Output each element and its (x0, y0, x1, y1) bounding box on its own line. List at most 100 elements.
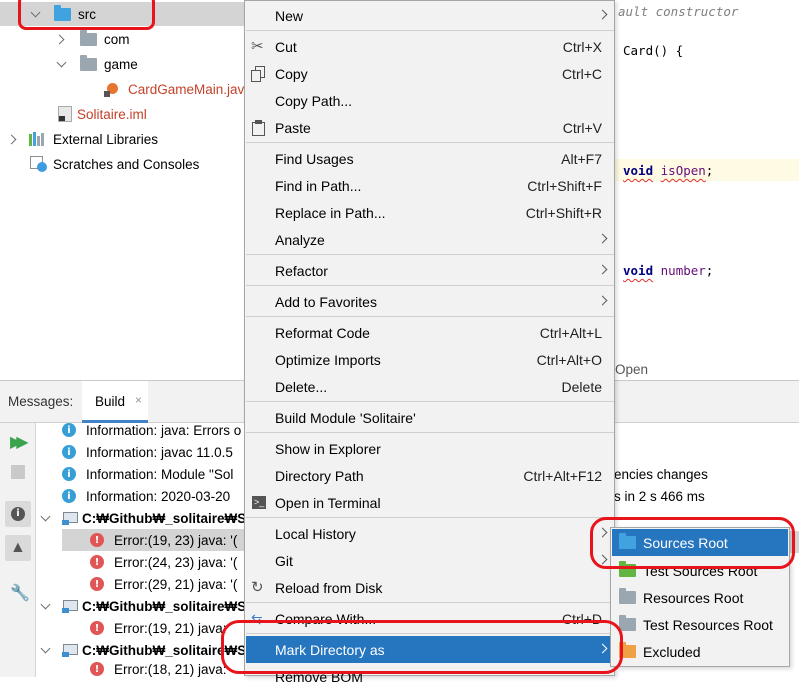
tab-build-label: Build (95, 394, 126, 409)
chevron-down-icon[interactable] (56, 58, 68, 70)
messages-toolbar: ▶▶ i ▲ 🔧 (0, 423, 36, 677)
tree-item-solitaire-iml[interactable]: Solitaire.iml (0, 102, 147, 126)
tree-item-src[interactable]: src (0, 2, 245, 26)
tree-item-label: com (104, 31, 130, 47)
tree-item-label: game (104, 56, 138, 72)
message-row[interactable]: i Information: java: Errors o (62, 419, 241, 441)
menu-separator (246, 633, 614, 634)
menu-item-reformat-code[interactable]: Reformat Code Ctrl+Alt+L (246, 319, 614, 346)
menu-item-copy[interactable]: Copy Ctrl+C (246, 60, 614, 87)
tree-item-scratches[interactable]: Scratches and Consoles (0, 152, 199, 176)
info-icon: i (62, 445, 76, 459)
menu-item-reload-from-disk[interactable]: ↻ Reload from Disk (246, 574, 614, 601)
menu-item-refactor[interactable]: Refactor (246, 257, 614, 284)
chevron-right-icon (597, 295, 608, 306)
resources-root-folder-icon (619, 588, 636, 604)
chevron-down-icon[interactable] (40, 600, 52, 612)
chevron-right-icon[interactable] (56, 33, 68, 45)
terminal-icon: >_ (252, 496, 266, 509)
menu-item-delete[interactable]: Delete... Delete (246, 373, 614, 400)
menu-item-analyze[interactable]: Analyze (246, 226, 614, 253)
tab-build[interactable]: Build × (82, 381, 148, 423)
menu-item-paste[interactable]: Paste Ctrl+V (246, 114, 614, 141)
submenu-item-resources-root[interactable]: Resources Root (612, 584, 788, 611)
test-sources-root-folder-icon (619, 561, 636, 577)
info-icon: i (62, 489, 76, 503)
code-line: void number; (623, 263, 714, 278)
tree-item-label: CardGameMain.jav (128, 81, 245, 97)
message-row[interactable]: i Information: javac 11.0.5 (62, 441, 233, 463)
tree-item-label: src (78, 6, 96, 22)
menu-item-mark-directory-as[interactable]: Mark Directory as (246, 636, 614, 663)
menu-separator (246, 285, 614, 286)
menu-item-open-in-terminal[interactable]: >_ Open in Terminal (246, 489, 614, 516)
menu-item-build-module[interactable]: Build Module 'Solitaire' (246, 404, 614, 431)
compare-icon: ⇆ (251, 611, 263, 627)
menu-item-show-in-explorer[interactable]: Show in Explorer (246, 435, 614, 462)
error-icon: ! (90, 621, 104, 635)
menu-separator (246, 517, 614, 518)
menu-item-new[interactable]: New (246, 2, 614, 29)
menu-item-local-history[interactable]: Local History (246, 520, 614, 547)
chevron-down-icon[interactable] (30, 8, 42, 20)
close-icon[interactable]: × (135, 393, 142, 407)
package-folder-icon (80, 54, 97, 71)
menu-item-find-usages[interactable]: Find Usages Alt+F7 (246, 145, 614, 172)
scissors-icon: ✂ (251, 38, 264, 55)
tree-item-com[interactable]: com (0, 27, 130, 51)
menu-item-add-to-favorites[interactable]: Add to Favorites (246, 288, 614, 315)
menu-item-remove-bom[interactable]: Remove BOM (246, 663, 614, 690)
menu-item-cut[interactable]: ✂ Cut Ctrl+X (246, 33, 614, 60)
stop-icon[interactable] (11, 465, 25, 479)
tree-item-label: Solitaire.iml (77, 106, 147, 122)
submenu-item-test-resources-root[interactable]: Test Resources Root (612, 611, 788, 638)
test-resources-root-folder-icon (619, 615, 636, 631)
folder-icon (54, 4, 71, 21)
message-row[interactable]: ! Error:(24, 23) java: '( (90, 551, 237, 573)
error-icon: ! (90, 577, 104, 591)
chevron-down-icon[interactable] (40, 512, 52, 524)
menu-item-directory-path[interactable]: Directory Path Ctrl+Alt+F12 (246, 462, 614, 489)
message-file-row[interactable]: C:₩Github₩_solitaire₩S (40, 507, 246, 529)
error-icon: ! (90, 662, 104, 676)
submenu-item-test-sources-root[interactable]: Test Sources Root (612, 557, 788, 584)
chevron-right-icon (597, 233, 608, 244)
message-row[interactable]: ! Error:(19, 21) java: (90, 617, 227, 639)
chevron-right-icon (597, 264, 608, 275)
message-file-row[interactable]: C:₩Github₩_solitaire₩S (40, 639, 246, 661)
message-row[interactable]: i Information: Module "Sol (62, 463, 233, 485)
mark-directory-submenu: Sources Root Test Sources Root Resources… (610, 527, 790, 667)
project-tree: src com game CardGameMain.jav Solitaire.… (0, 0, 245, 380)
chevron-down-icon[interactable] (40, 644, 52, 656)
menu-item-git[interactable]: Git (246, 547, 614, 574)
tree-item-external-libraries[interactable]: External Libraries (0, 127, 158, 151)
menu-item-find-in-path[interactable]: Find in Path... Ctrl+Shift+F (246, 172, 614, 199)
excluded-folder-icon (619, 642, 636, 658)
messages-title: Messages: (8, 394, 74, 409)
rerun-icon[interactable]: ▶▶ (10, 432, 28, 452)
menu-separator (246, 401, 614, 402)
message-row-selected[interactable]: ! Error:(19, 23) java: '( (62, 529, 245, 551)
submenu-item-sources-root[interactable]: Sources Root (612, 529, 788, 556)
error-icon: ! (90, 533, 104, 547)
menu-item-replace-in-path[interactable]: Replace in Path... Ctrl+Shift+R (246, 199, 614, 226)
info-icon: i (62, 467, 76, 481)
message-file-row[interactable]: C:₩Github₩_solitaire₩S (40, 595, 246, 617)
wrench-icon[interactable]: 🔧 (10, 583, 30, 603)
message-row[interactable]: i Information: 2020-03-20 (62, 485, 230, 507)
menu-item-optimize-imports[interactable]: Optimize Imports Ctrl+Alt+O (246, 346, 614, 373)
submenu-item-excluded[interactable]: Excluded (612, 638, 788, 665)
message-row[interactable]: ! Error:(18, 21) java: (90, 661, 227, 677)
menu-item-compare-with[interactable]: ⇆ Compare With... Ctrl+D (246, 605, 614, 632)
context-menu: New ✂ Cut Ctrl+X Copy Ctrl+C Copy Path... P… (244, 0, 615, 685)
package-folder-icon (80, 29, 97, 46)
chevron-right-icon (597, 527, 608, 538)
menu-item-copy-path[interactable]: Copy Path... (246, 87, 614, 114)
tree-item-game[interactable]: game (0, 52, 138, 76)
reload-icon: ↻ (251, 579, 264, 596)
chevron-right-icon[interactable] (8, 133, 20, 145)
message-row[interactable]: ! Error:(29, 21) java: '( (90, 573, 237, 595)
tree-item-cardgamemain[interactable]: CardGameMain.jav (0, 77, 244, 101)
tree-item-label: Scratches and Consoles (53, 156, 200, 172)
tree-item-label: External Libraries (53, 131, 159, 147)
